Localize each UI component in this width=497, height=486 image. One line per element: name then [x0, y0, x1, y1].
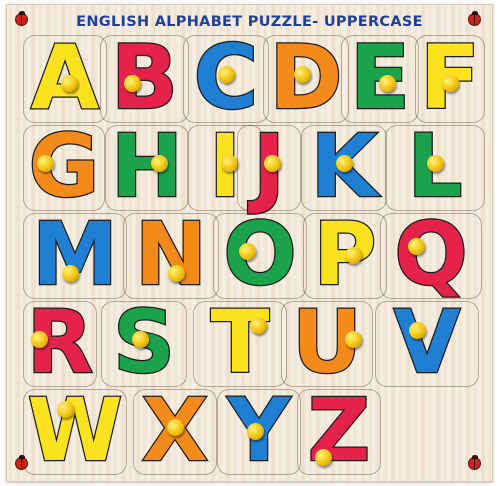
peg-knob[interactable]	[36, 154, 54, 172]
peg-knob[interactable]	[345, 247, 362, 264]
letter-piece-h[interactable]: H	[107, 123, 187, 212]
peg-knob[interactable]	[427, 154, 444, 172]
peg-knob[interactable]	[62, 264, 79, 282]
letter-piece-b[interactable]: B	[102, 32, 187, 123]
letter-piece-n[interactable]: N	[125, 211, 217, 300]
letter-piece-m[interactable]: M	[25, 211, 125, 300]
peg-knob[interactable]	[409, 321, 426, 339]
letter-piece-t[interactable]: T	[195, 299, 285, 388]
letter-piece-w[interactable]: W	[25, 387, 125, 476]
ladybug-icon	[468, 455, 481, 470]
letter-piece-v[interactable]: V	[377, 299, 477, 388]
peg-knob[interactable]	[238, 242, 256, 260]
peg-knob[interactable]	[57, 401, 74, 418]
peg-knob[interactable]	[167, 264, 185, 282]
peg-knob[interactable]	[220, 154, 238, 172]
peg-knob[interactable]	[442, 74, 459, 92]
peg-knob[interactable]	[336, 154, 353, 172]
peg-knob[interactable]	[151, 154, 168, 172]
letter-piece-g[interactable]: G	[25, 123, 103, 212]
letter-piece-q[interactable]: Q	[382, 211, 480, 300]
ladybug-icon	[468, 11, 481, 26]
peg-knob[interactable]	[123, 74, 141, 92]
peg-knob[interactable]	[167, 418, 184, 436]
peg-knob[interactable]	[345, 330, 363, 348]
peg-knob[interactable]	[293, 65, 311, 83]
peg-knob[interactable]	[131, 330, 149, 348]
peg-knob[interactable]	[379, 74, 397, 92]
peg-knob[interactable]	[264, 154, 281, 172]
peg-knob[interactable]	[61, 74, 78, 92]
letter-piece-o[interactable]: O	[215, 211, 305, 300]
letter-piece-z[interactable]: Z	[299, 387, 379, 476]
puzzle-board: ENGLISH ALPHABET PUZZLE- UPPERCASE ABCDE…	[6, 4, 493, 482]
ladybug-icon	[15, 11, 28, 26]
peg-knob[interactable]	[218, 65, 235, 83]
peg-knob[interactable]	[31, 330, 48, 348]
peg-knob[interactable]	[247, 423, 264, 440]
